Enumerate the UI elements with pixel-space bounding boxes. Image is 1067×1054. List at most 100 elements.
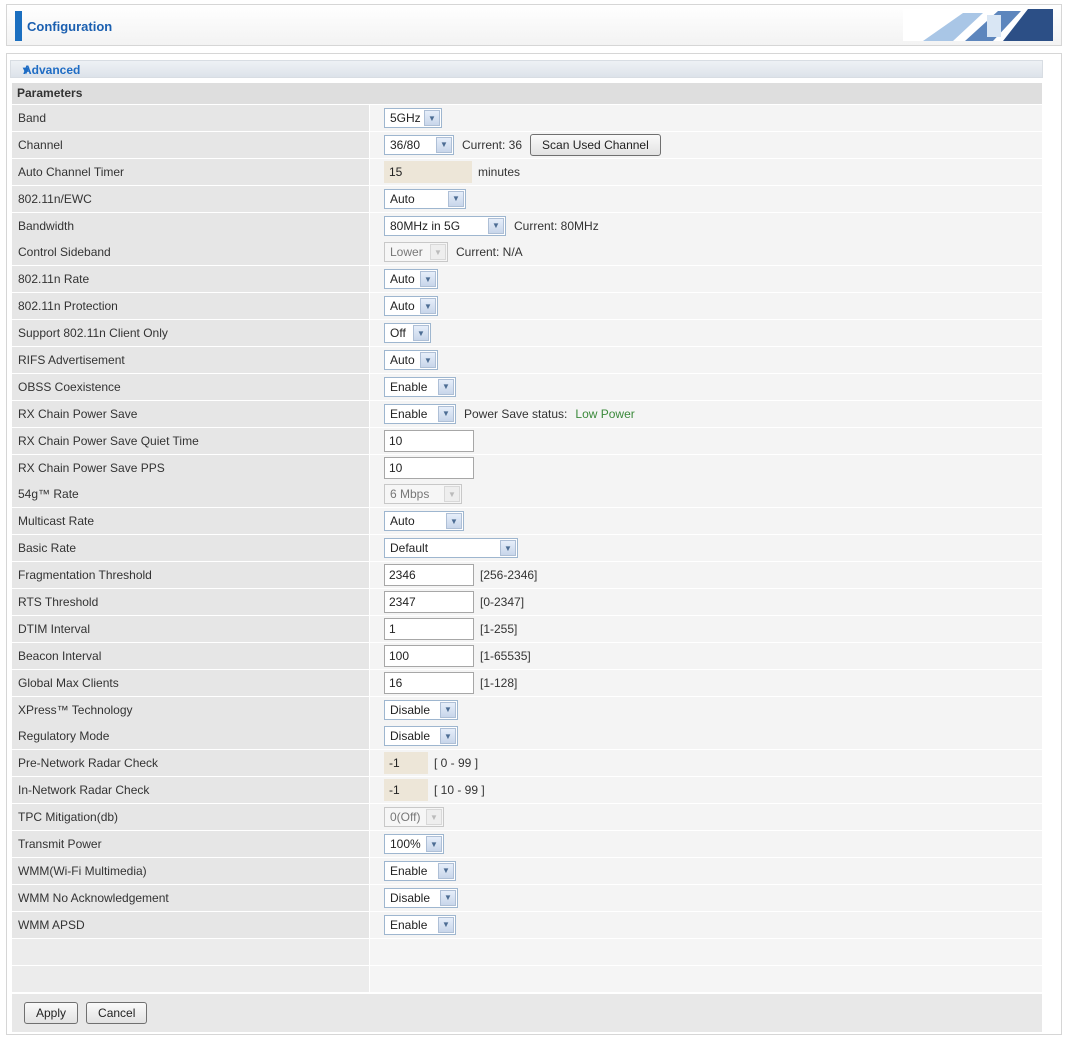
redacted-row <box>12 938 1042 965</box>
in-radar-input[interactable]: -1 <box>384 779 428 802</box>
n-rate-label: 802.11n Rate <box>12 266 369 293</box>
tpc-select[interactable]: 0(Off) ▼ <box>384 807 444 828</box>
wmm-select[interactable]: Enable ▼ <box>384 860 456 881</box>
row-frag-threshold: Fragmentation Threshold 2346 [256-2346] <box>12 562 1042 589</box>
wmm-noack-select[interactable]: Disable ▼ <box>384 887 458 908</box>
rifs-label: RIFS Advertisement <box>12 347 369 374</box>
row-auto-channel-timer: Auto Channel Timer 15 minutes <box>12 158 1042 185</box>
xpress-label: XPress™ Technology <box>12 696 369 723</box>
cancel-button[interactable]: Cancel <box>86 1002 148 1024</box>
row-rx-quiet-time: RX Chain Power Save Quiet Time 10 <box>12 427 1042 454</box>
basic-rate-select[interactable]: Default ▼ <box>384 538 518 559</box>
frag-threshold-label: Fragmentation Threshold <box>12 562 369 589</box>
header-accent-bar <box>15 11 22 41</box>
parameters-heading: Parameters <box>12 83 1042 104</box>
band-select[interactable]: 5GHz ▼ <box>384 108 442 128</box>
chevron-down-icon: ▼ <box>413 325 429 342</box>
parameters-table: Parameters Band 5GHz ▼ Channel 36/80 ▼ Cur… <box>12 83 1042 993</box>
dtim-input[interactable]: 1 <box>384 617 474 640</box>
minutes-unit: minutes <box>478 164 521 179</box>
row-channel: Channel 36/80 ▼ Current: 36 Scan Used Cha… <box>12 131 1042 158</box>
row-g-rate: 54g™ Rate 6 Mbps ▼ <box>12 481 1042 508</box>
row-bandwidth: Bandwidth 80MHz in 5G ▼ Current: 80MHz <box>12 212 1042 239</box>
row-ewc: 802.11n/EWC Auto ▼ <box>12 185 1042 212</box>
rx-quiet-time-input[interactable]: 10 <box>384 429 474 452</box>
wmm-apsd-select[interactable]: Enable ▼ <box>384 914 456 935</box>
chevron-down-icon: ▼ <box>436 136 452 153</box>
chevron-down-icon: ▼ <box>420 352 436 369</box>
row-beacon: Beacon Interval 100 [1-65535] <box>12 642 1042 669</box>
n-rate-select[interactable]: Auto ▼ <box>384 269 438 290</box>
row-obss: OBSS Coexistence Enable ▼ <box>12 373 1042 400</box>
chevron-down-icon: ▼ <box>438 405 454 422</box>
wmm-label: WMM(Wi-Fi Multimedia) <box>12 857 369 884</box>
row-rx-power-save: RX Chain Power Save Enable ▼ Power Save s… <box>12 400 1042 427</box>
row-basic-rate: Basic Rate Default ▼ <box>12 535 1042 562</box>
auto-channel-timer-input[interactable]: 15 <box>384 160 472 183</box>
auto-channel-timer-label: Auto Channel Timer <box>12 158 369 185</box>
row-rifs: RIFS Advertisement Auto ▼ <box>12 347 1042 374</box>
row-tpc: TPC Mitigation(db) 0(Off) ▼ <box>12 804 1042 831</box>
rx-power-save-select[interactable]: Enable ▼ <box>384 403 456 424</box>
ewc-label: 802.11n/EWC <box>12 185 369 212</box>
control-sideband-select[interactable]: Lower ▼ <box>384 242 448 263</box>
bandwidth-current: Current: 80MHz <box>514 218 599 233</box>
xpress-select[interactable]: Disable ▼ <box>384 699 458 720</box>
obss-select[interactable]: Enable ▼ <box>384 376 456 397</box>
tpc-label: TPC Mitigation(db) <box>12 804 369 831</box>
g-rate-label: 54g™ Rate <box>12 481 369 508</box>
wmm-noack-label: WMM No Acknowledgement <box>12 884 369 911</box>
wmm-apsd-label: WMM APSD <box>12 911 369 938</box>
row-tx-power: Transmit Power 100% ▼ <box>12 831 1042 858</box>
client-only-select[interactable]: Off ▼ <box>384 323 431 344</box>
pre-radar-input[interactable]: -1 <box>384 752 428 775</box>
chevron-down-icon: ▼ <box>488 217 504 234</box>
pre-radar-label: Pre-Network Radar Check <box>12 750 369 777</box>
bandwidth-label: Bandwidth <box>12 212 369 239</box>
power-save-status-label: Power Save status: <box>464 406 568 421</box>
bandwidth-select[interactable]: 80MHz in 5G ▼ <box>384 215 506 236</box>
row-n-rate: 802.11n Rate Auto ▼ <box>12 266 1042 293</box>
n-protection-select[interactable]: Auto ▼ <box>384 296 438 317</box>
chevron-down-icon: ▼ <box>438 378 454 395</box>
power-save-status-value: Low Power <box>575 406 635 421</box>
chevron-down-icon: ▼ <box>440 889 456 906</box>
rts-threshold-input[interactable]: 2347 <box>384 591 474 614</box>
max-clients-label: Global Max Clients <box>12 669 369 696</box>
beacon-input[interactable]: 100 <box>384 644 474 667</box>
n-protection-label: 802.11n Protection <box>12 293 369 320</box>
obss-label: OBSS Coexistence <box>12 373 369 400</box>
row-max-clients: Global Max Clients 16 [1-128] <box>12 669 1042 696</box>
max-clients-input[interactable]: 16 <box>384 671 474 694</box>
g-rate-select[interactable]: 6 Mbps ▼ <box>384 484 462 505</box>
regulatory-select[interactable]: Disable ▼ <box>384 726 458 747</box>
advanced-section-toggle[interactable]: ▾ Advanced <box>10 60 1043 78</box>
row-dtim: DTIM Interval 1 [1-255] <box>12 615 1042 642</box>
row-wmm-noack: WMM No Acknowledgement Disable ▼ <box>12 884 1042 911</box>
dtim-label: DTIM Interval <box>12 615 369 642</box>
channel-select[interactable]: 36/80 ▼ <box>384 134 454 155</box>
row-multicast-rate: Multicast Rate Auto ▼ <box>12 508 1042 535</box>
row-xpress: XPress™ Technology Disable ▼ <box>12 696 1042 723</box>
dtim-range: [1-255] <box>480 621 518 636</box>
apply-button[interactable]: Apply <box>24 1002 79 1024</box>
tx-power-select[interactable]: 100% ▼ <box>384 834 444 855</box>
chevron-down-icon: ▼ <box>444 486 460 503</box>
page-header: Configuration <box>6 4 1062 46</box>
row-rx-pps: RX Chain Power Save PPS 10 <box>12 454 1042 481</box>
rx-pps-label: RX Chain Power Save PPS <box>12 454 369 481</box>
ewc-select[interactable]: Auto ▼ <box>384 188 466 209</box>
rifs-select[interactable]: Auto ▼ <box>384 350 438 371</box>
chevron-down-icon: ▼ <box>430 244 446 261</box>
row-control-sideband: Control Sideband Lower ▼ Current: N/A <box>12 239 1042 266</box>
chevron-down-icon: ▼ <box>440 728 456 745</box>
multicast-rate-select[interactable]: Auto ▼ <box>384 511 464 532</box>
chevron-down-icon: ▼ <box>424 110 440 126</box>
scan-used-channel-button[interactable]: Scan Used Channel <box>530 133 661 156</box>
rx-pps-input[interactable]: 10 <box>384 456 474 479</box>
frag-threshold-input[interactable]: 2346 <box>384 564 474 587</box>
row-rts-threshold: RTS Threshold 2347 [0-2347] <box>12 589 1042 616</box>
pre-radar-range: [ 0 - 99 ] <box>434 756 479 771</box>
channel-current: Current: 36 <box>462 137 523 152</box>
max-clients-range: [1-128] <box>480 675 518 690</box>
